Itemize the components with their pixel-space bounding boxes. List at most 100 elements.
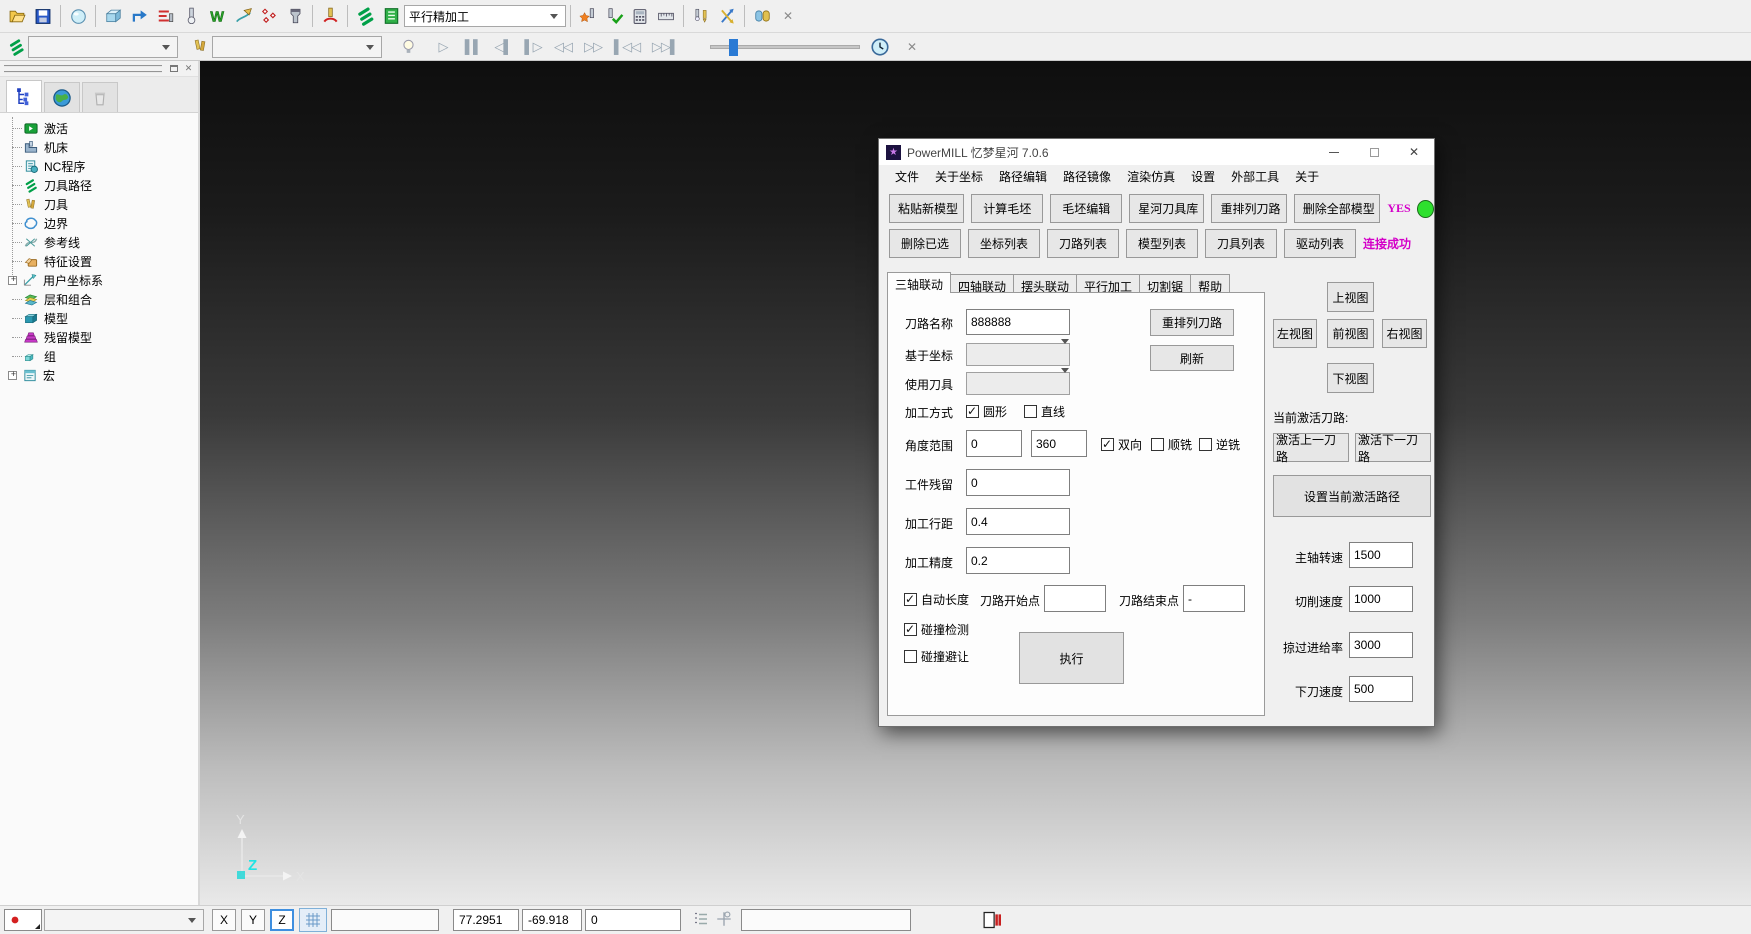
expand-icon[interactable] (8, 276, 17, 285)
spindle-speed-input[interactable] (1349, 542, 1413, 568)
tab-head-swing[interactable]: 摆头联动 (1013, 274, 1077, 293)
activate-next-toolpath-button[interactable]: 激活下一刀路 (1355, 433, 1431, 462)
skim-feed-input[interactable] (1349, 632, 1413, 658)
drive-list-button[interactable]: 驱动列表 (1284, 229, 1356, 258)
menu-about[interactable]: 关于 (1287, 166, 1327, 187)
graphics-viewport[interactable]: Y X Z ★ PowerMILL 忆梦星河 7.0.6 文件 关于坐标 (200, 61, 1751, 905)
tree-item-stock-models[interactable]: 残留模型 (6, 328, 198, 347)
ball-tool-icon[interactable] (178, 3, 204, 29)
menu-file[interactable]: 文件 (887, 166, 927, 187)
save-icon[interactable] (30, 3, 56, 29)
conventional-mill-checkbox[interactable]: 逆铣 (1199, 436, 1240, 453)
numbered-list-icon[interactable] (693, 911, 715, 930)
bidirectional-checkbox[interactable]: 双向 (1101, 436, 1142, 453)
climb-mill-checkbox[interactable]: 顺铣 (1151, 436, 1192, 453)
ruler-icon[interactable] (653, 3, 679, 29)
tree-item-groups[interactable]: 组 (6, 347, 198, 366)
sphere-icon[interactable] (65, 3, 91, 29)
close-button[interactable] (1394, 139, 1434, 165)
transform-arrows-icon[interactable] (714, 3, 740, 29)
axis-y-button[interactable]: Y (241, 909, 265, 931)
menu-render-sim[interactable]: 渲染仿真 (1119, 166, 1183, 187)
checkbox-icon[interactable] (966, 405, 979, 418)
strategy-dropdown[interactable]: 平行精加工 (404, 5, 566, 27)
pencil-curve-icon[interactable] (230, 3, 256, 29)
rearrange-toolpaths-button[interactable]: 重排列刀路 (1211, 194, 1286, 223)
close-toolbar-icon[interactable]: ✕ (775, 3, 801, 29)
checkbox-icon[interactable] (1024, 405, 1037, 418)
checkbox-icon[interactable] (904, 650, 917, 663)
coord-dropdown[interactable] (966, 343, 1070, 366)
tab-4axis[interactable]: 四轴联动 (950, 274, 1014, 293)
rearrange-button[interactable]: 重排列刀路 (1150, 309, 1234, 336)
checkbox-icon[interactable] (1199, 438, 1212, 451)
tree-item-workplanes[interactable]: 用户坐标系 (6, 271, 198, 290)
tree-item-toolpaths[interactable]: 刀具路径 (6, 176, 198, 195)
fast-forward-icon[interactable]: ▷▷ (578, 39, 608, 55)
tree-item-feature-sets[interactable]: 特征设置 (6, 252, 198, 271)
checkbox-icon[interactable] (1101, 438, 1114, 451)
menu-external-tools[interactable]: 外部工具 (1223, 166, 1287, 187)
model-list-button[interactable]: 模型列表 (1126, 229, 1198, 258)
edit-block-button[interactable]: 毛坯编辑 (1050, 194, 1122, 223)
tool-list-button[interactable]: 刀具列表 (1205, 229, 1277, 258)
lightbulb-icon[interactable] (396, 35, 420, 59)
set-active-path-button[interactable]: 设置当前激活路径 (1273, 475, 1431, 517)
circle-checkbox[interactable]: 圆形 (966, 403, 1007, 420)
angle-end-input[interactable] (1031, 430, 1087, 457)
menu-coords[interactable]: 关于坐标 (927, 166, 991, 187)
clock-icon[interactable] (868, 35, 892, 59)
minimize-button[interactable] (1314, 139, 1354, 165)
collision-check-icon[interactable] (575, 3, 601, 29)
cutting-feed-input[interactable] (1349, 586, 1413, 612)
bottom-view-button[interactable]: 下视图 (1327, 363, 1374, 393)
tool-holder-icon[interactable] (282, 3, 308, 29)
statusbar-dropdown[interactable] (44, 909, 204, 931)
angle-start-input[interactable] (966, 430, 1022, 457)
locate-icon[interactable] (715, 910, 741, 931)
end-point-input[interactable] (1183, 585, 1245, 612)
block-icon[interactable] (100, 3, 126, 29)
line-checkbox[interactable]: 直线 (1024, 403, 1065, 420)
close-panel-icon[interactable]: ✕ (181, 62, 196, 75)
execute-button[interactable]: 执行 (1019, 632, 1124, 684)
tool-library-button[interactable]: 星河刀具库 (1129, 194, 1204, 223)
left-view-button[interactable]: 左视图 (1273, 319, 1317, 348)
delete-all-models-button[interactable]: 删除全部模型 (1294, 194, 1381, 223)
calc-block-button[interactable]: 计算毛坯 (971, 194, 1043, 223)
tab-parallel[interactable]: 平行加工 (1076, 274, 1140, 293)
record-dot-button[interactable] (4, 909, 42, 931)
maximize-button[interactable] (1354, 139, 1394, 165)
speed-slider-handle[interactable] (729, 39, 738, 56)
cylinder-pair-icon[interactable] (749, 3, 775, 29)
explorer-tree-tab[interactable] (6, 80, 42, 112)
tree-item-levels[interactable]: 层和组合 (6, 290, 198, 309)
sim-toolpath-dropdown[interactable] (28, 36, 178, 58)
refresh-button[interactable]: 刷新 (1150, 345, 1234, 371)
tool-verify-icon[interactable] (601, 3, 627, 29)
menu-settings[interactable]: 设置 (1183, 166, 1223, 187)
toolpath-list-button[interactable]: 刀路列表 (1047, 229, 1119, 258)
activate-prev-toolpath-button[interactable]: 激活上一刀路 (1273, 433, 1349, 462)
go-end-icon[interactable]: ▷▷▌ (646, 39, 684, 55)
collision-detect-checkbox[interactable]: 碰撞检测 (904, 621, 969, 638)
right-view-button[interactable]: 右视图 (1382, 319, 1427, 348)
restore-panel-icon[interactable] (166, 62, 181, 75)
tab-help[interactable]: 帮助 (1190, 274, 1230, 293)
tree-item-models[interactable]: 模型 (6, 309, 198, 328)
step-forward-icon[interactable]: ▌▷ (518, 39, 548, 55)
tree-item-tools[interactable]: 刀具 (6, 195, 198, 214)
collision-avoid-checkbox[interactable]: 碰撞避让 (904, 648, 969, 665)
top-view-button[interactable]: 上视图 (1327, 282, 1374, 312)
toolpath-name-input[interactable] (966, 309, 1070, 335)
paste-model-button[interactable]: 粘贴新模型 (889, 194, 964, 223)
stepover-input[interactable] (966, 508, 1070, 535)
tool-pair-icon[interactable] (688, 3, 714, 29)
tree-item-macros[interactable]: 宏 (6, 366, 198, 385)
plunge-feed-input[interactable] (1349, 676, 1413, 702)
menu-path-mirror[interactable]: 路径镜像 (1055, 166, 1119, 187)
explorer-grip-bar[interactable]: ✕ (0, 61, 198, 77)
open-folder-icon[interactable] (4, 3, 30, 29)
tree-item-nc-programs[interactable]: NC程序 (6, 157, 198, 176)
rewind-icon[interactable]: ◁◁ (548, 39, 578, 55)
